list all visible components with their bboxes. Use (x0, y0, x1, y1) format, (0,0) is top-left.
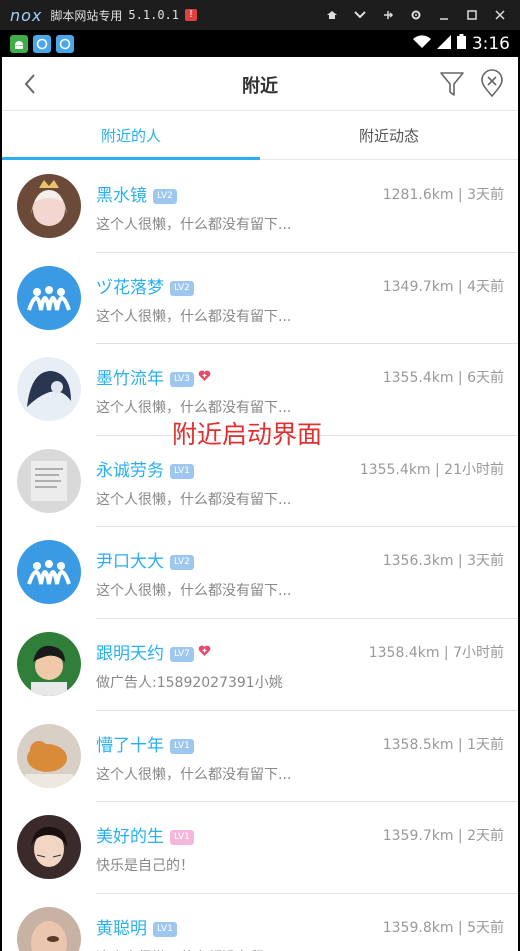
tab-nearby-moments[interactable]: 附近动态 (260, 112, 518, 159)
window-controls (318, 0, 514, 30)
clear-location-icon (481, 69, 503, 98)
minimize-icon[interactable] (430, 0, 458, 30)
user-name-text: ヅ花落梦 (96, 277, 164, 298)
distance-time: 1281.6km | 3天前 (382, 187, 504, 203)
user-name: 黑水镜 LV2 (96, 181, 177, 206)
level-badge: LV1 (170, 463, 194, 479)
user-name: 尹口大大 LV2 (96, 547, 194, 572)
user-list-item[interactable]: 懵了十年 LV1 1358.5km | 1天前这个人很懒，什么都没有留下... (2, 711, 518, 803)
user-list-item[interactable]: 尹口大大 LV2 1356.3km | 3天前这个人很懒，什么都没有留下... (2, 527, 518, 619)
user-name-text: 墨竹流年 (96, 369, 164, 390)
user-bio: 快乐是自己的！ (96, 858, 194, 875)
status-time: 3:16 (471, 33, 510, 54)
avatar[interactable] (17, 265, 81, 330)
avatar[interactable] (17, 540, 81, 605)
user-name-text: 黑水镜 (96, 186, 147, 206)
user-name-text: 跟明天约 (96, 643, 164, 664)
user-list-item[interactable]: 黄聪明 LV1 1359.8km | 5天前这个人很懒，什么都没有留下... (2, 894, 518, 951)
overlay-caption: 附近启动界面 (172, 420, 323, 449)
heart-icon (198, 367, 211, 387)
user-name: 永诚劳务 LV1 (96, 456, 194, 481)
user-name-text: 永诚劳务 (96, 460, 164, 481)
avatar[interactable] (17, 174, 81, 238)
gear-icon[interactable] (402, 0, 430, 30)
user-bio: 这个人很懒，什么都没有留下... (96, 217, 292, 233)
user-bio: 这个人很懒，什么都没有留下... (96, 491, 292, 508)
avatar[interactable] (17, 448, 81, 513)
level-badge: LV2 (170, 555, 194, 571)
user-name-text: 尹口大大 (96, 552, 164, 573)
dock-icon[interactable] (374, 0, 402, 30)
wifi-icon (412, 34, 431, 54)
level-badge: LV2 (170, 280, 194, 296)
status-bar: 3:16 (0, 30, 520, 57)
tab-nearby-people[interactable]: 附近的人 (2, 112, 260, 160)
distance-time: 1359.7km | 2天前 (382, 828, 504, 845)
level-badge: LV7 (170, 646, 194, 662)
app-icon (33, 34, 51, 53)
close-icon[interactable] (486, 0, 514, 30)
level-badge: LV3 (170, 372, 194, 388)
level-badge: LV2 (153, 189, 177, 204)
user-name-text: 美好的生 (96, 827, 164, 848)
alert-icon[interactable]: ! (185, 9, 197, 21)
user-bio: 这个人很懒，什么都没有留下... (96, 308, 292, 325)
clear-location-button[interactable] (478, 69, 506, 99)
user-name: 黄聪明 LV1 (96, 914, 177, 939)
level-badge: LV1 (170, 738, 194, 754)
emulator-title: 脚本网站专用 (50, 8, 123, 23)
distance-time: 1359.8km | 5天前 (382, 919, 504, 936)
user-name: 美好的生 LV1 (96, 822, 194, 847)
chevron-down-icon[interactable] (346, 0, 374, 30)
user-list-item[interactable]: 跟明天约 LV7 1358.4km | 7小时前做广告人:15892027391小姚 (2, 619, 518, 711)
signal-icon (436, 34, 451, 54)
filter-icon (440, 72, 464, 96)
distance-time: 1358.4km | 7小时前 (368, 644, 504, 661)
user-name: ヅ花落梦 LV2 (96, 273, 194, 298)
level-badge: LV1 (153, 921, 177, 937)
user-bio: 这个人很懒，什么都没有留下... (96, 583, 292, 600)
user-bio: 做广告人:15892027391小姚 (96, 674, 283, 691)
emulator-version: 5.1.0.1 (128, 8, 179, 22)
pin-icon[interactable] (318, 0, 346, 30)
user-name: 墨竹流年 LV3 (96, 364, 211, 389)
avatar[interactable] (17, 723, 81, 788)
distance-time: 1355.4km | 21小时前 (359, 461, 504, 478)
user-list-item[interactable]: ヅ花落梦 LV2 1349.7km | 4天前这个人很懒，什么都没有留下... (2, 253, 518, 345)
battery-icon (456, 33, 466, 54)
user-list-item[interactable]: 美好的生 LV1 1359.7km | 2天前快乐是自己的！ (2, 802, 518, 894)
distance-time: 1349.7km | 4天前 (382, 278, 504, 295)
avatar[interactable] (17, 631, 81, 696)
app-screen: 附近 附近的人 附近动态 黑水镜 LV2 1281.6km | 3天前这个人很懒，什… (2, 57, 518, 951)
user-name-text: 懵了十年 (96, 735, 164, 756)
user-list-item[interactable]: 黑水镜 LV2 1281.6km | 3天前这个人很懒，什么都没有留下... (2, 161, 518, 253)
app-icon (56, 34, 74, 53)
tab-bar: 附近的人 附近动态 (2, 112, 518, 160)
avatar[interactable] (17, 815, 81, 880)
user-name: 懵了十年 LV1 (96, 731, 194, 756)
user-name-text: 黄聪明 (96, 918, 147, 939)
avatar[interactable] (17, 357, 81, 422)
user-bio: 这个人很懒，什么都没有留下... (96, 947, 291, 951)
app-header: 附近 (2, 57, 518, 111)
filter-button[interactable] (438, 69, 466, 99)
android-icon (10, 34, 28, 53)
maximize-icon[interactable] (458, 0, 486, 30)
level-badge: LV1 (170, 830, 194, 846)
emulator-logo: nox (10, 5, 43, 25)
user-name: 跟明天约 LV7 (96, 639, 211, 664)
avatar[interactable] (17, 906, 81, 951)
distance-time: 1358.5km | 1天前 (382, 736, 504, 753)
heart-icon (198, 642, 211, 662)
distance-time: 1356.3km | 3天前 (382, 553, 504, 570)
emulator-title-bar: nox 脚本网站专用 5.1.0.1 ! (0, 0, 520, 30)
user-bio: 这个人很懒，什么都没有留下... (96, 766, 292, 783)
user-list: 黑水镜 LV2 1281.6km | 3天前 这个人很懒，什么都没有留下... ヅ花落梦… (2, 161, 518, 951)
distance-time: 1355.4km | 6天前 (382, 370, 504, 387)
